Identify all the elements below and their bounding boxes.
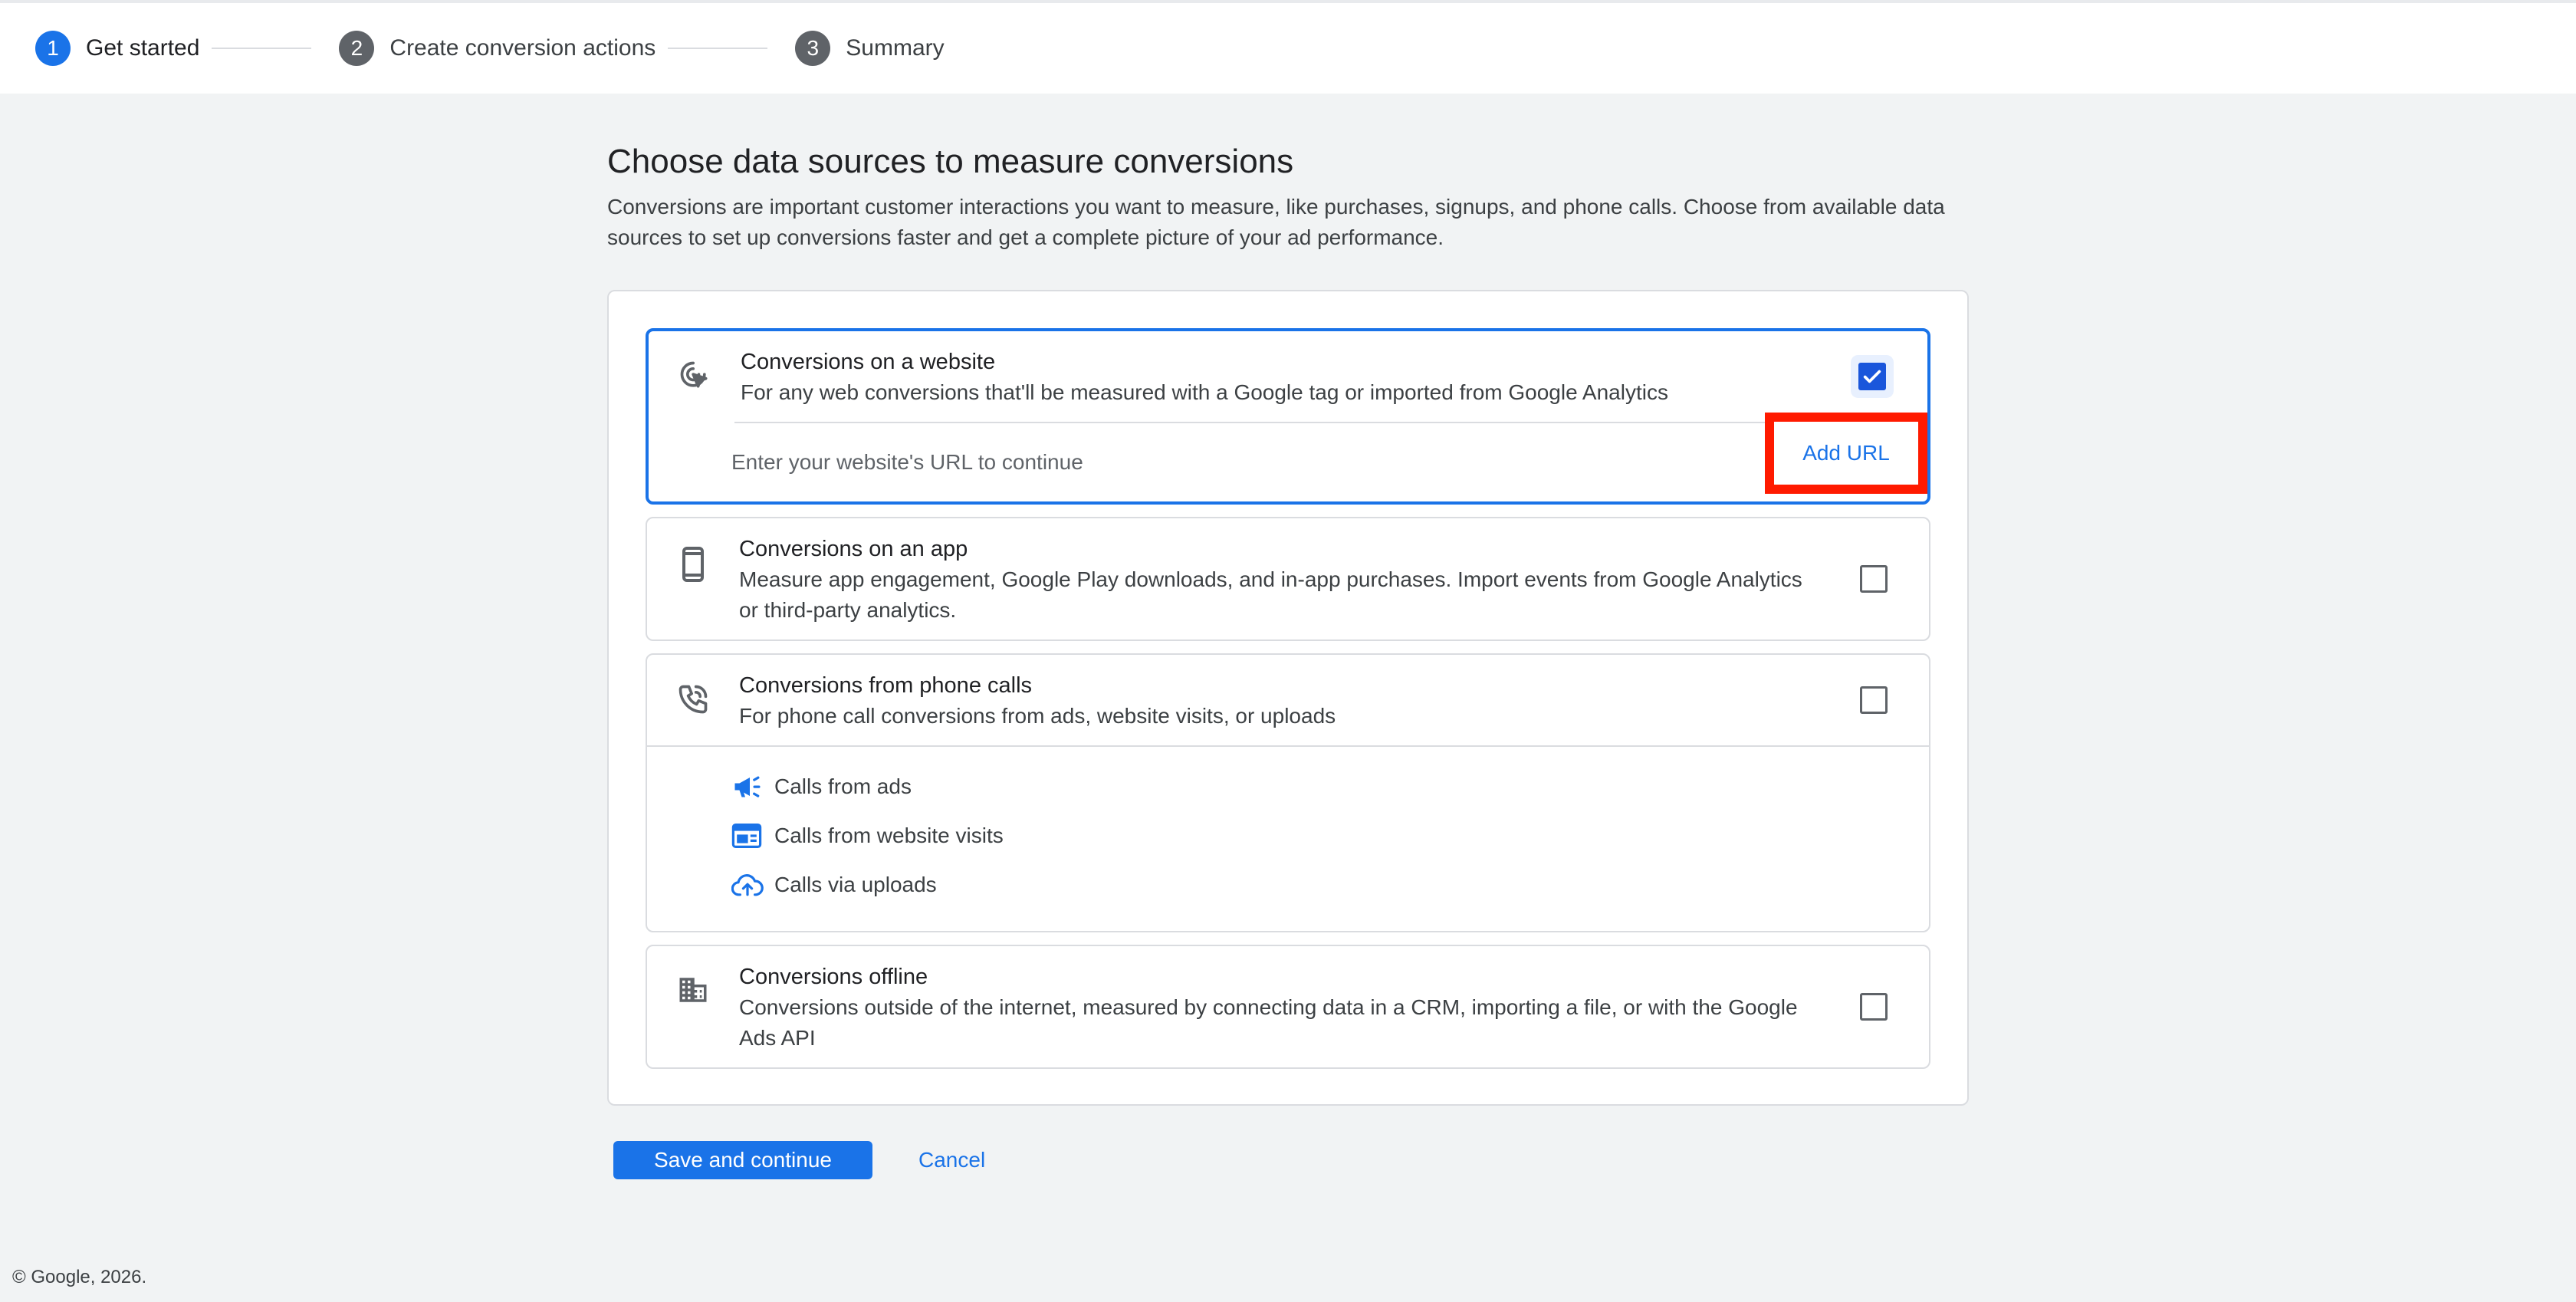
building-icon xyxy=(647,962,739,1054)
phone-call-icon xyxy=(647,670,739,732)
cursor-click-icon xyxy=(649,347,741,408)
step-connector xyxy=(212,48,312,49)
phone-call-sources: Calls from ads Calls from website visits xyxy=(647,747,1929,931)
main-content: Choose data sources to measure conversio… xyxy=(607,94,1969,1179)
option-title: Conversions on an app xyxy=(739,537,968,561)
phone-calls-checkbox[interactable] xyxy=(1860,686,1888,714)
form-actions: Save and continue Cancel xyxy=(607,1141,1969,1179)
step-label: Get started xyxy=(86,35,200,61)
web-window-icon xyxy=(731,824,774,848)
step-label: Summary xyxy=(846,35,945,61)
option-description: Conversions outside of the internet, mea… xyxy=(739,995,1798,1050)
copyright-footer: © Google, 2026. xyxy=(12,1267,147,1287)
list-item: Calls via uploads xyxy=(731,860,1929,909)
option-offline[interactable]: Conversions offline Conversions outside … xyxy=(646,945,1930,1069)
cancel-button[interactable]: Cancel xyxy=(918,1148,985,1172)
option-title: Conversions offline xyxy=(739,965,928,989)
megaphone-icon xyxy=(731,773,774,801)
option-website[interactable]: Conversions on a website For any web con… xyxy=(646,328,1930,505)
sub-item-label: Calls from ads xyxy=(774,774,912,798)
option-title: Conversions from phone calls xyxy=(739,673,1033,698)
phone-device-icon xyxy=(647,534,739,626)
save-and-continue-button[interactable]: Save and continue xyxy=(613,1141,872,1179)
step-create-conversion-actions[interactable]: 2 Create conversion actions xyxy=(339,31,656,66)
option-description: For any web conversions that'll be measu… xyxy=(741,380,1668,404)
list-item: Calls from website visits xyxy=(731,811,1929,860)
website-checkbox[interactable] xyxy=(1858,363,1886,390)
step-label: Create conversion actions xyxy=(389,35,656,61)
data-sources-card: Conversions on a website For any web con… xyxy=(607,290,1969,1106)
option-title: Conversions on a website xyxy=(741,350,996,374)
cloud-upload-icon xyxy=(731,873,774,897)
step-get-started[interactable]: 1 Get started xyxy=(35,31,199,66)
option-description: For phone call conversions from ads, web… xyxy=(739,704,1336,728)
option-phone-calls[interactable]: Conversions from phone calls For phone c… xyxy=(646,653,1930,932)
step-number: 3 xyxy=(795,31,831,66)
sub-item-label: Calls from website visits xyxy=(774,824,1004,847)
page-title: Choose data sources to measure conversio… xyxy=(607,143,1294,180)
step-number: 1 xyxy=(35,31,71,66)
list-item: Calls from ads xyxy=(731,762,1929,811)
app-checkbox[interactable] xyxy=(1860,565,1888,593)
page-description: Conversions are important customer inter… xyxy=(607,195,1945,249)
step-connector xyxy=(668,48,768,49)
stepper: 1 Get started 2 Create conversion action… xyxy=(0,0,2576,94)
check-icon xyxy=(1863,370,1881,383)
step-number: 2 xyxy=(339,31,375,66)
offline-checkbox[interactable] xyxy=(1860,993,1888,1021)
step-summary[interactable]: 3 Summary xyxy=(795,31,945,66)
url-row: Enter your website's URL to continue Add… xyxy=(649,413,1927,501)
option-description: Measure app engagement, Google Play down… xyxy=(739,567,1802,622)
sub-item-label: Calls via uploads xyxy=(774,873,937,896)
option-app[interactable]: Conversions on an app Measure app engage… xyxy=(646,517,1930,641)
add-url-button[interactable]: Add URL xyxy=(1765,413,1927,494)
url-prompt: Enter your website's URL to continue xyxy=(731,450,1083,474)
